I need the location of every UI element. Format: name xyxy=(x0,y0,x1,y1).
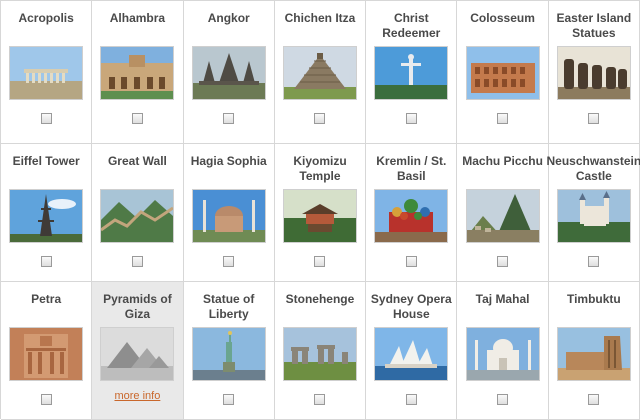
wonder-card[interactable]: Kremlin / St. Basil xyxy=(366,144,458,282)
wonder-card[interactable]: Neuschwanstein Castle xyxy=(546,144,640,282)
wonders-grid: Acropolis Alhambra Angkor Chichen Itza Chris… xyxy=(0,0,640,420)
wonder-name: Colosseum xyxy=(470,11,535,25)
select-checkbox[interactable] xyxy=(223,256,235,267)
wonder-thumbnail[interactable] xyxy=(283,47,356,99)
wonder-name: Chichen Itza xyxy=(284,11,356,25)
wonder-thumbnail[interactable] xyxy=(557,47,630,99)
wonder-name: Pyramids of Giza xyxy=(103,292,172,321)
wonder-card[interactable]: Chichen Itza xyxy=(274,1,367,144)
wonder-thumbnail[interactable] xyxy=(101,190,174,242)
wonder-thumbnail[interactable] xyxy=(10,47,83,99)
wonder-card[interactable]: Sydney Opera House xyxy=(366,282,458,420)
wonder-card[interactable]: Statue of Liberty xyxy=(183,282,275,420)
wonder-card[interactable]: Angkor xyxy=(183,1,275,144)
wonder-card[interactable]: Colosseum xyxy=(457,1,549,144)
wonder-name: Christ Redeemer xyxy=(382,11,441,40)
select-checkbox[interactable] xyxy=(588,394,600,405)
wonder-thumbnail[interactable] xyxy=(192,190,265,242)
select-checkbox[interactable] xyxy=(497,394,509,405)
wonder-name: Angkor xyxy=(207,11,250,25)
wonder-thumbnail[interactable] xyxy=(192,328,265,380)
wonder-thumbnail[interactable] xyxy=(192,47,265,99)
select-checkbox[interactable] xyxy=(497,113,509,124)
wonder-thumbnail[interactable] xyxy=(466,328,539,380)
wonder-thumbnail[interactable] xyxy=(375,190,448,242)
wonder-thumbnail[interactable] xyxy=(101,47,174,99)
select-checkbox[interactable] xyxy=(314,394,326,405)
wonder-name: Eiffel Tower xyxy=(12,154,80,168)
select-checkbox[interactable] xyxy=(131,256,143,267)
wonder-thumbnail[interactable] xyxy=(466,190,539,242)
wonder-card[interactable]: Taj Mahal xyxy=(457,282,549,420)
wonder-name: Alhambra xyxy=(109,11,166,25)
wonder-name: Great Wall xyxy=(107,154,167,168)
wonder-name: Sydney Opera House xyxy=(370,292,452,321)
wonder-name: Statue of Liberty xyxy=(203,292,255,321)
select-checkbox[interactable] xyxy=(314,113,326,124)
select-checkbox[interactable] xyxy=(131,113,143,124)
wonder-name: Neuschwanstein Castle xyxy=(546,154,640,183)
wonder-name: Easter Island Statues xyxy=(556,11,632,40)
select-checkbox[interactable] xyxy=(40,256,52,267)
select-checkbox[interactable] xyxy=(497,256,509,267)
select-checkbox[interactable] xyxy=(588,256,600,267)
wonder-card[interactable]: Easter Island Statues xyxy=(548,1,640,144)
wonder-thumbnail[interactable] xyxy=(557,190,630,242)
select-checkbox[interactable] xyxy=(405,256,417,267)
wonder-name: Stonehenge xyxy=(285,292,355,306)
wonder-card[interactable]: Machu Picchu xyxy=(457,144,549,282)
wonder-name: Hagia Sophia xyxy=(190,154,267,168)
select-checkbox[interactable] xyxy=(223,394,235,405)
select-checkbox[interactable] xyxy=(314,256,326,267)
wonder-name: Kiyomizu Temple xyxy=(293,154,347,183)
wonder-thumbnail[interactable] xyxy=(557,328,630,380)
wonder-card[interactable]: Christ Redeemer xyxy=(366,1,458,144)
wonder-thumbnail[interactable] xyxy=(375,47,448,99)
wonder-name: Timbuktu xyxy=(566,292,621,306)
more-info-link[interactable]: more info xyxy=(114,390,160,402)
wonder-thumbnail[interactable] xyxy=(375,328,448,380)
wonder-thumbnail[interactable] xyxy=(283,328,356,380)
wonder-thumbnail[interactable] xyxy=(101,328,174,380)
wonder-thumbnail[interactable] xyxy=(466,47,539,99)
select-checkbox[interactable] xyxy=(588,113,600,124)
wonder-name: Kremlin / St. Basil xyxy=(376,154,447,183)
wonder-card[interactable]: Petra xyxy=(1,282,93,420)
wonder-card[interactable]: Great Wall xyxy=(92,144,184,282)
wonder-card[interactable]: Timbuktu xyxy=(548,282,640,420)
wonder-thumbnail[interactable] xyxy=(10,328,83,380)
wonder-card[interactable]: Kiyomizu Temple xyxy=(274,144,367,282)
wonder-thumbnail[interactable] xyxy=(10,190,83,242)
wonder-card[interactable]: Eiffel Tower xyxy=(1,144,93,282)
select-checkbox[interactable] xyxy=(405,394,417,405)
wonder-name: Acropolis xyxy=(18,11,74,25)
wonder-card[interactable]: Hagia Sophia xyxy=(183,144,275,282)
select-checkbox[interactable] xyxy=(40,394,52,405)
wonder-card[interactable]: Acropolis xyxy=(1,1,93,144)
wonder-thumbnail[interactable] xyxy=(283,190,356,242)
wonder-card[interactable]: Pyramids of Giza more info xyxy=(92,282,184,420)
wonder-name: Petra xyxy=(31,292,62,306)
select-checkbox[interactable] xyxy=(405,113,417,124)
wonder-name: Taj Mahal xyxy=(475,292,530,306)
wonder-card[interactable]: Stonehenge xyxy=(274,282,367,420)
wonder-name: Machu Picchu xyxy=(462,154,543,168)
select-checkbox[interactable] xyxy=(223,113,235,124)
wonder-card[interactable]: Alhambra xyxy=(92,1,184,144)
select-checkbox[interactable] xyxy=(40,113,52,124)
